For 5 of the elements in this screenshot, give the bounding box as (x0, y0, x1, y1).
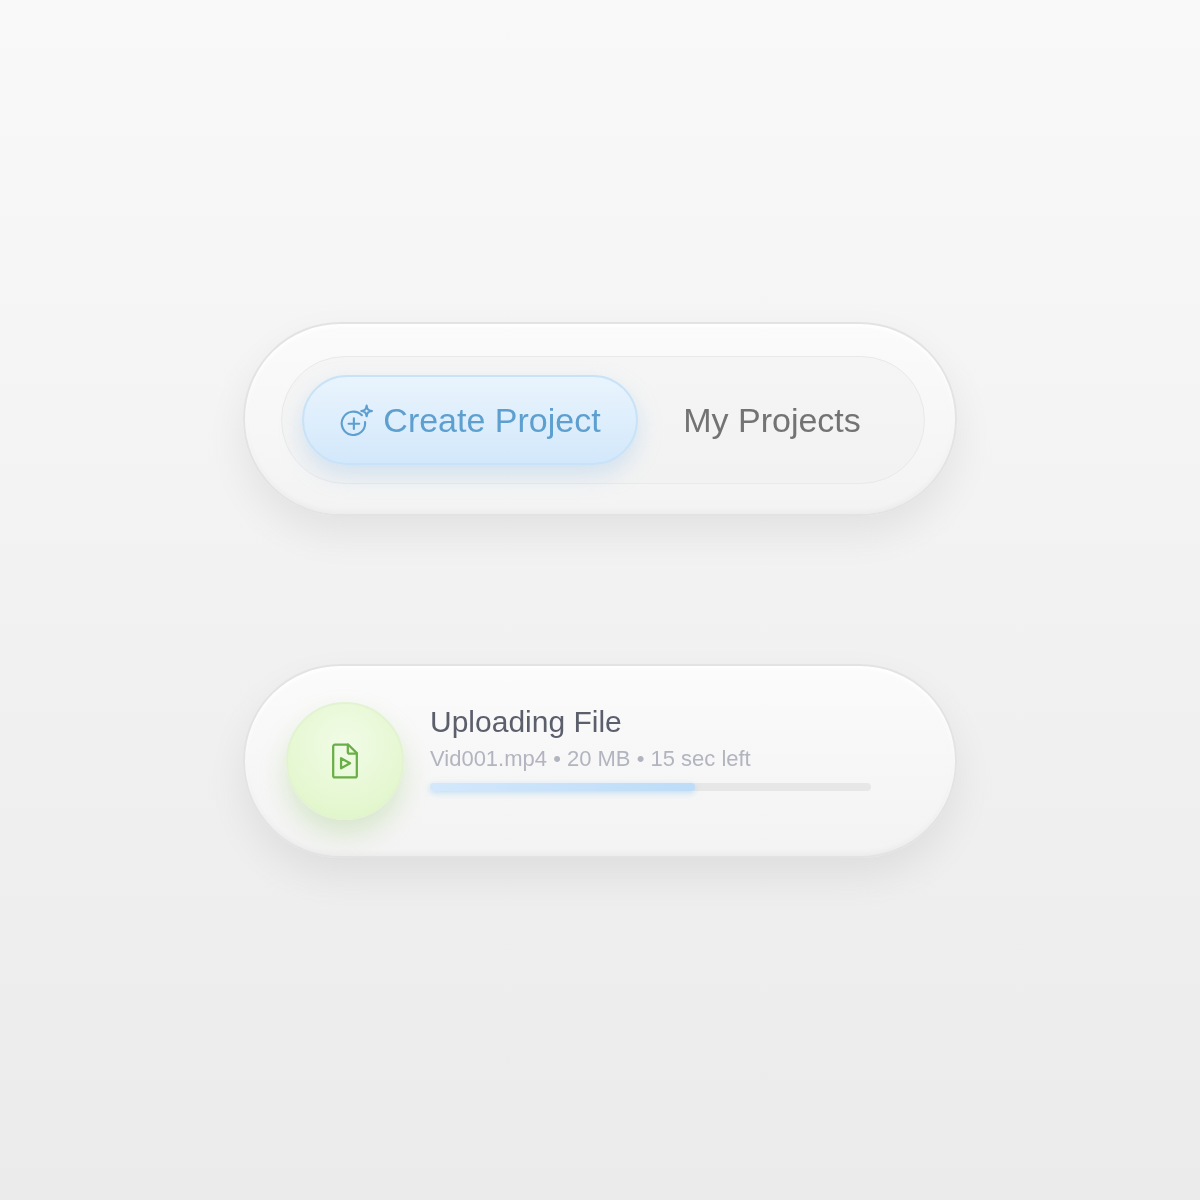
tab[interactable]: Create Project (302, 375, 638, 465)
upload-title: Uploading File (430, 704, 623, 740)
tab[interactable]: My Projects (638, 375, 906, 465)
file-details: Vid001.mp4 • 20 MB • 15 sec left (430, 745, 752, 773)
sparkle-plus-icon (339, 404, 374, 436)
